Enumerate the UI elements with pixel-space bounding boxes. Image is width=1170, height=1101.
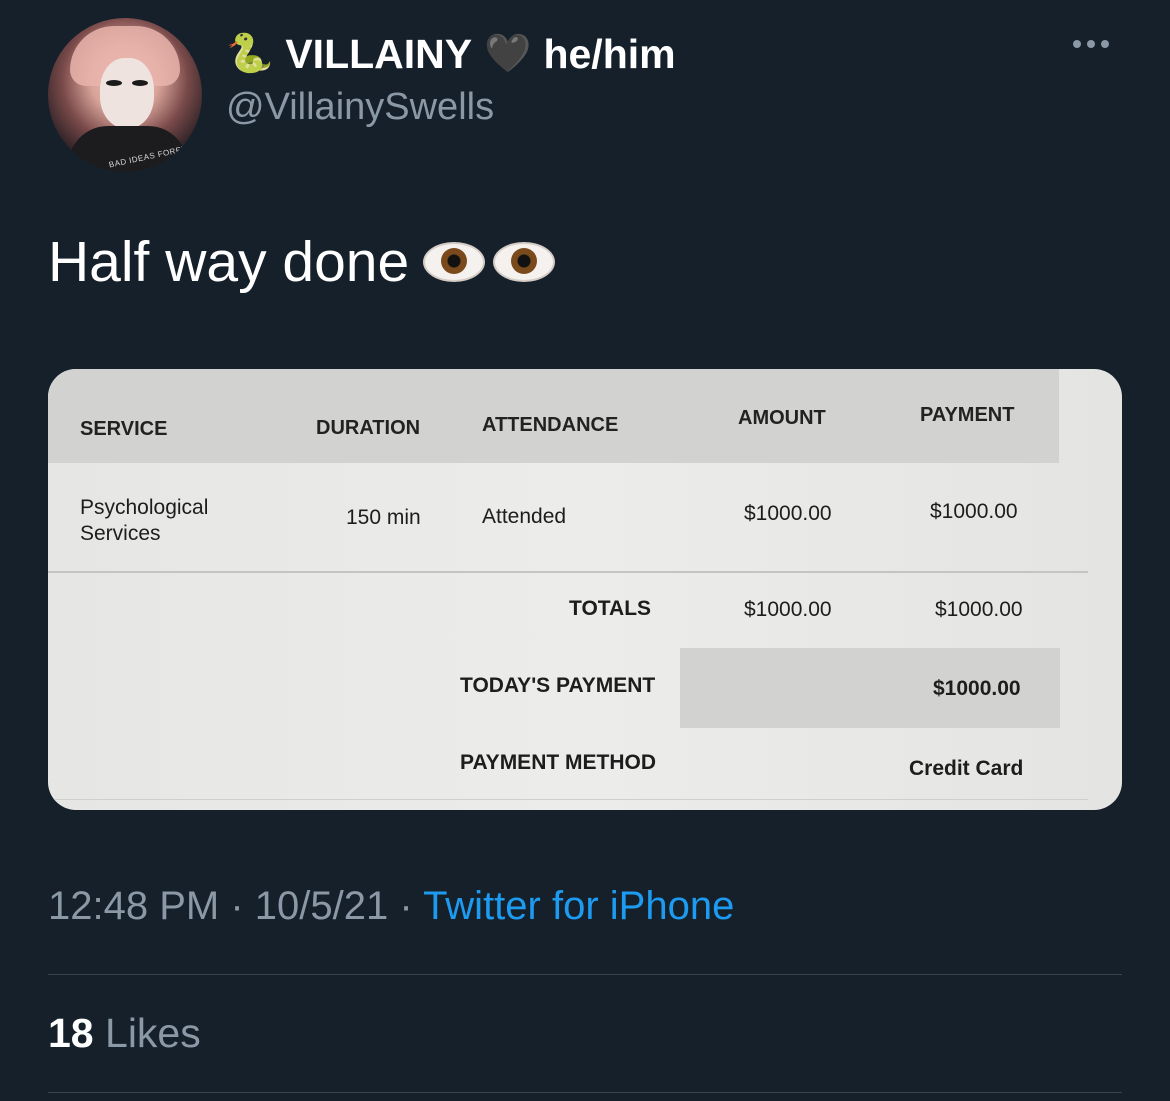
service-line2: Services	[80, 522, 161, 545]
tweet-text: Half way done	[48, 226, 556, 298]
avatar-eye	[132, 80, 148, 86]
header-attendance: ATTENDANCE	[482, 414, 619, 436]
todays-payment-value: $1000.00	[933, 677, 1021, 700]
receipt-bottom-line	[48, 799, 1088, 800]
tweet-time[interactable]: 12:48 PM	[48, 884, 219, 928]
user-handle[interactable]: @VillainySwells	[226, 86, 494, 129]
avatar-face	[100, 58, 154, 128]
receipt-divider	[48, 571, 1088, 573]
service-line1: Psychological	[80, 496, 209, 519]
payment-method-label: PAYMENT METHOD	[460, 751, 657, 774]
snake-icon: 🐍	[226, 33, 274, 75]
todays-payment-label: TODAY'S PAYMENT	[460, 674, 656, 697]
user-name-row[interactable]: 🐍 VILLAINY 🖤 he/him	[226, 28, 676, 80]
receipt-image[interactable]: SERVICE DURATION ATTENDANCE AMOUNT PAYME…	[48, 369, 1122, 810]
row-duration: 150 min	[346, 506, 421, 529]
more-options-icon[interactable]	[1073, 40, 1109, 48]
header-duration: DURATION	[316, 417, 421, 439]
likes-label: Likes	[105, 1010, 201, 1056]
likes-count: 18	[48, 1010, 94, 1056]
pronouns: he/him	[543, 30, 676, 77]
tweet-emoji	[423, 242, 556, 282]
tweet-meta: 12:48 PM · 10/5/21 · Twitter for iPhone	[48, 884, 734, 929]
payment-method-value: Credit Card	[909, 757, 1024, 780]
eye-icon	[493, 242, 556, 282]
meta-separator: ·	[219, 884, 255, 928]
meta-separator: ·	[388, 884, 424, 928]
eye-icon	[423, 242, 486, 282]
tweet-body: Half way done	[48, 230, 410, 294]
display-name[interactable]: VILLAINY	[285, 31, 472, 78]
totals-payment: $1000.00	[935, 598, 1023, 621]
row-amount: $1000.00	[744, 502, 832, 525]
tweet-date[interactable]: 10/5/21	[255, 884, 388, 928]
avatar-eye	[106, 80, 122, 86]
likes-stat[interactable]: 18 Likes	[48, 1010, 201, 1057]
tweet-source-link[interactable]: Twitter for iPhone	[423, 884, 734, 928]
header-service: SERVICE	[80, 418, 168, 440]
header-amount: AMOUNT	[738, 407, 826, 429]
row-payment: $1000.00	[930, 500, 1018, 523]
row-attendance: Attended	[482, 505, 567, 528]
black-heart-icon: 🖤	[484, 33, 532, 75]
header-payment: PAYMENT	[920, 404, 1015, 426]
divider	[48, 974, 1122, 975]
divider	[48, 1092, 1122, 1093]
totals-label: TOTALS	[569, 597, 652, 620]
totals-amount: $1000.00	[744, 598, 832, 621]
avatar[interactable]: BAD IDEAS FOREVER	[48, 18, 202, 172]
